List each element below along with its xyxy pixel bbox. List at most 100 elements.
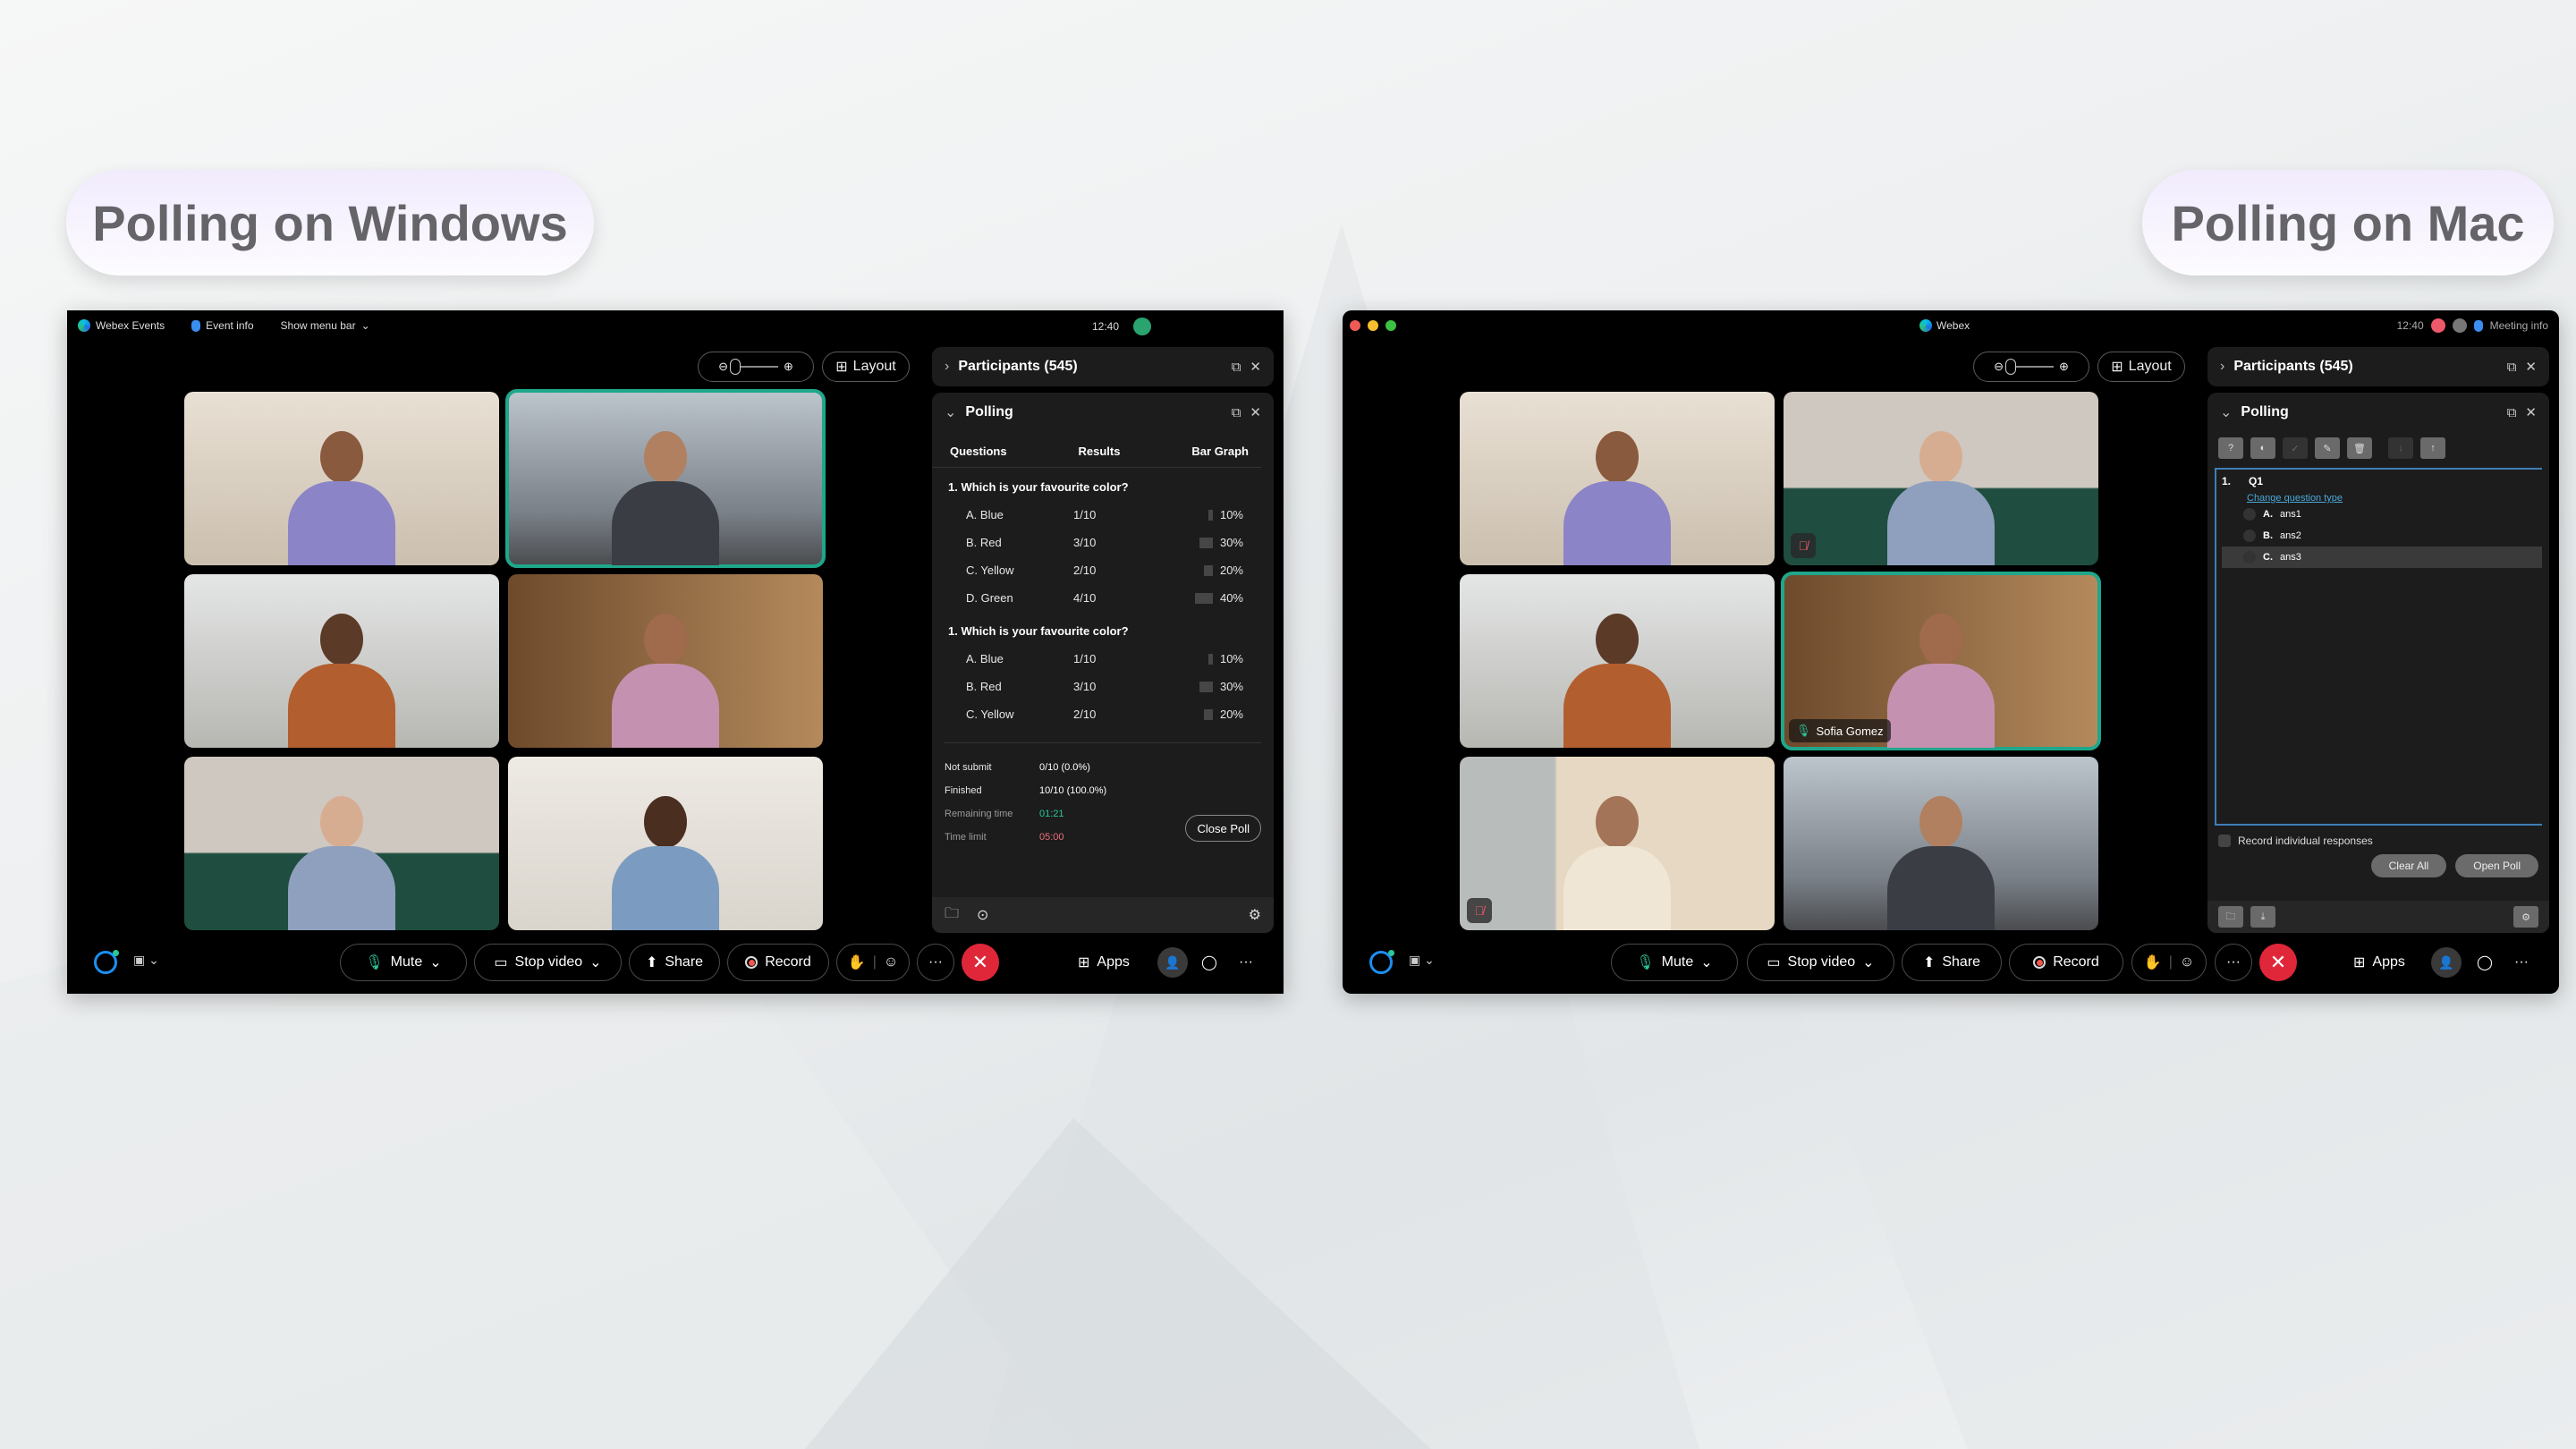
chevron-down-icon[interactable]: ⌄ <box>945 403 956 421</box>
end-call-button[interactable]: ✕ <box>2259 944 2297 981</box>
video-tile[interactable] <box>1460 392 1775 565</box>
participants-toggle-icon[interactable]: 👤 <box>2431 947 2462 978</box>
video-tile[interactable] <box>1784 757 2098 930</box>
minimize-window-button[interactable] <box>1368 320 1378 331</box>
pop-out-icon[interactable]: ⧉ <box>1232 360 1241 375</box>
gear-icon[interactable]: ⚙ <box>1249 906 1261 924</box>
more-options-button[interactable]: ··· <box>2215 944 2252 981</box>
move-down-icon[interactable]: ↓ <box>2388 437 2413 459</box>
chevron-down-icon[interactable]: ⌄ <box>589 953 601 971</box>
add-question-icon[interactable]: ? <box>2218 437 2243 459</box>
zoom-slider-control[interactable]: ⊖ ⊕ <box>1973 352 2089 382</box>
chat-icon[interactable]: ◯ <box>2477 953 2493 971</box>
chevron-right-icon[interactable]: › <box>2220 359 2224 375</box>
answer-option[interactable]: C. ans3 <box>2222 547 2542 568</box>
closed-captions-button[interactable]: ▣ ⌄ <box>1409 953 1435 968</box>
checkbox-icon[interactable] <box>2218 835 2231 847</box>
raise-hand-icon[interactable]: ✋ <box>2144 953 2162 971</box>
answer-text[interactable]: ans3 <box>2280 552 2301 563</box>
close-poll-button[interactable]: Close Poll <box>1185 815 1261 842</box>
stop-video-button[interactable]: ▭ Stop video ⌄ <box>474 944 622 981</box>
share-button[interactable]: ⬆ Share <box>629 944 720 981</box>
close-icon[interactable]: ✕ <box>1250 359 1261 375</box>
zoom-slider-control[interactable]: ⊖ ⊕ <box>698 352 814 382</box>
emoji-reaction-icon[interactable]: ☺ <box>2180 954 2194 970</box>
webex-assistant-icon[interactable] <box>94 950 119 974</box>
event-info-button[interactable]: Event info <box>191 319 254 332</box>
record-button[interactable]: Record <box>2009 944 2123 981</box>
chevron-down-icon[interactable]: ⌄ <box>1700 953 1712 971</box>
video-tile[interactable] <box>1460 574 1775 748</box>
radio-button[interactable] <box>2243 551 2256 564</box>
recording-indicator-icon[interactable] <box>2430 318 2445 333</box>
folder-icon[interactable]: 🗀 <box>2218 906 2243 928</box>
pop-out-icon[interactable]: ⧉ <box>2507 405 2517 420</box>
answer-option[interactable]: A. ans1 <box>2222 504 2537 525</box>
zoom-out-icon[interactable]: ⊖ <box>718 360 728 374</box>
save-icon[interactable]: ⤓ <box>2250 906 2275 928</box>
close-window-button[interactable] <box>1350 320 1360 331</box>
privacy-indicator-icon[interactable] <box>2452 318 2467 333</box>
question-text[interactable]: Q1 <box>2249 475 2263 487</box>
video-tile-active-speaker[interactable]: 🎙 Sofia Gomez <box>1781 572 2101 750</box>
slider-handle[interactable] <box>2005 359 2016 375</box>
edit-pencil-icon[interactable]: ✎ <box>2315 437 2340 459</box>
video-tile[interactable] <box>508 574 823 748</box>
video-tile[interactable]: 🎙̸ <box>1460 757 1775 930</box>
maximize-window-button[interactable] <box>1385 320 1396 331</box>
close-icon[interactable]: ✕ <box>2525 404 2537 420</box>
close-icon[interactable]: ✕ <box>1250 404 1261 420</box>
layout-button[interactable]: ⊞ Layout <box>2097 352 2185 382</box>
raise-hand-icon[interactable]: ✋ <box>848 953 866 971</box>
apps-button[interactable]: ⊞ Apps <box>1078 944 1130 981</box>
answer-option[interactable]: B. ans2 <box>2222 525 2537 547</box>
poll-question-editor[interactable]: 1. Q1 Change question type A. ans1 B. ans2 C.… <box>2215 468 2542 826</box>
record-individual-responses-checkbox[interactable]: Record individual responses <box>2207 826 2549 847</box>
zoom-slider[interactable] <box>2005 359 2054 375</box>
folder-icon[interactable]: 🗀 <box>945 903 959 928</box>
radio-button[interactable] <box>2243 530 2256 542</box>
apps-button[interactable]: ⊞ Apps <box>2353 944 2405 981</box>
chevron-right-icon[interactable]: › <box>945 359 949 375</box>
record-button[interactable]: Record <box>727 944 829 981</box>
zoom-slider[interactable] <box>730 359 778 375</box>
video-tile[interactable] <box>184 757 499 930</box>
zoom-in-icon[interactable]: ⊕ <box>2059 360 2069 374</box>
answer-text[interactable]: ans1 <box>2280 509 2301 520</box>
pop-out-icon[interactable]: ⧉ <box>2507 360 2517 375</box>
open-poll-button[interactable]: Open Poll <box>2455 854 2538 877</box>
more-panels-icon[interactable]: ··· <box>1239 954 1253 970</box>
answer-text[interactable]: ans2 <box>2280 530 2301 541</box>
delete-icon[interactable]: 🗑 <box>2347 437 2372 459</box>
video-tile[interactable] <box>508 757 823 930</box>
participants-panel-header[interactable]: › Participants (545) ⧉ ✕ <box>932 347 1274 386</box>
video-tile[interactable]: 🎙̸ <box>1784 392 2098 565</box>
show-menu-bar-button[interactable]: Show menu bar ⌄ <box>281 319 370 332</box>
video-tile[interactable] <box>184 392 499 565</box>
download-icon[interactable]: ⊙ <box>977 906 988 924</box>
closed-captions-button[interactable]: ▣ ⌄ <box>133 953 159 968</box>
participants-toggle-icon[interactable]: 👤 <box>1157 947 1188 978</box>
zoom-in-icon[interactable]: ⊕ <box>784 360 793 374</box>
end-call-button[interactable]: ✕ <box>962 944 999 981</box>
chevron-down-icon[interactable]: ⌄ <box>429 953 441 971</box>
close-icon[interactable]: ✕ <box>2525 359 2537 375</box>
move-up-icon[interactable]: ↑ <box>2420 437 2445 459</box>
zoom-out-icon[interactable]: ⊖ <box>1994 360 2004 374</box>
clear-all-button[interactable]: Clear All <box>2370 854 2447 877</box>
meeting-info-button[interactable]: Meeting info <box>2490 319 2548 332</box>
mute-button[interactable]: 🎙 Mute ⌄ <box>340 944 467 981</box>
participants-panel-header[interactable]: › Participants (545) ⧉ ✕ <box>2207 347 2549 386</box>
webex-assistant-icon[interactable] <box>1369 950 1394 974</box>
slider-handle[interactable] <box>730 359 741 375</box>
pop-out-icon[interactable]: ⧉ <box>1232 405 1241 420</box>
radio-button[interactable] <box>2243 508 2256 521</box>
gear-icon[interactable]: ⚙ <box>2513 906 2538 928</box>
share-button[interactable]: ⬆ Share <box>1902 944 2002 981</box>
more-panels-icon[interactable]: ··· <box>2514 954 2529 970</box>
emoji-reaction-icon[interactable]: ☺ <box>884 954 898 970</box>
network-signal-icon[interactable] <box>1133 318 1152 335</box>
chat-icon[interactable]: ◯ <box>1201 953 1217 971</box>
video-tile-active-speaker[interactable] <box>505 389 826 568</box>
mark-correct-icon[interactable]: ✓ <box>2283 437 2308 459</box>
